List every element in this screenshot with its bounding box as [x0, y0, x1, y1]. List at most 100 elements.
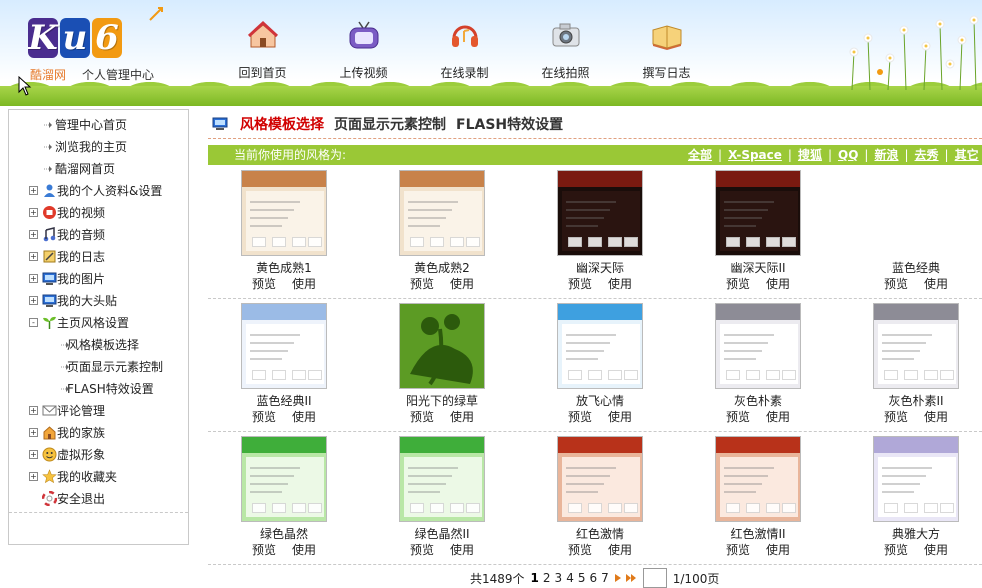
expand-icon[interactable]: + — [29, 208, 38, 217]
use-link[interactable]: 使用 — [924, 542, 948, 558]
site-logo[interactable]: K u 6 — [28, 18, 124, 66]
style-filter-link[interactable]: 搜狐 — [798, 145, 822, 165]
tab-page-elements[interactable]: 页面显示元素控制 — [334, 114, 446, 134]
sidebar-item-8[interactable]: + 我的大头贴 — [9, 290, 188, 312]
use-link[interactable]: 使用 — [450, 409, 474, 425]
template-thumbnail[interactable] — [715, 303, 801, 389]
use-link[interactable]: 使用 — [766, 276, 790, 292]
sidebar-item-0[interactable]: 管理中心首页 — [9, 114, 188, 136]
use-link[interactable]: 使用 — [924, 409, 948, 425]
template-thumbnail[interactable] — [241, 436, 327, 522]
sidebar-item-9[interactable]: - 主页风格设置 — [9, 312, 188, 334]
preview-link[interactable]: 预览 — [568, 542, 592, 558]
sidebar-item-1[interactable]: 浏览我的主页 — [9, 136, 188, 158]
template-thumbnail[interactable] — [873, 303, 959, 389]
nav-write-blog[interactable]: 撰写日志 — [616, 18, 717, 82]
sidebar-item-13[interactable]: + 评论管理 — [9, 400, 188, 422]
tab-template-select[interactable]: 风格模板选择 — [240, 114, 324, 134]
use-link[interactable]: 使用 — [924, 276, 948, 292]
preview-link[interactable]: 预览 — [568, 409, 592, 425]
use-link[interactable]: 使用 — [292, 276, 316, 292]
expand-icon[interactable]: + — [29, 406, 38, 415]
sidebar-item-7[interactable]: + 我的图片 — [9, 268, 188, 290]
style-filter-link[interactable]: 去秀 — [915, 145, 939, 165]
preview-link[interactable]: 预览 — [726, 409, 750, 425]
sidebar-item-14[interactable]: + 我的家族 — [9, 422, 188, 444]
expand-icon[interactable]: + — [29, 230, 38, 239]
preview-link[interactable]: 预览 — [410, 409, 434, 425]
template-thumbnail[interactable] — [715, 436, 801, 522]
template-thumbnail[interactable] — [399, 303, 485, 389]
expand-icon[interactable]: + — [29, 296, 38, 305]
use-link[interactable]: 使用 — [608, 542, 632, 558]
page-link[interactable]: 7 — [601, 571, 609, 585]
preview-link[interactable]: 预览 — [884, 276, 908, 292]
template-thumbnail[interactable] — [241, 303, 327, 389]
expand-icon[interactable]: + — [29, 450, 38, 459]
use-link[interactable]: 使用 — [450, 276, 474, 292]
tab-flash-effects[interactable]: FLASH特效设置 — [456, 114, 563, 134]
use-link[interactable]: 使用 — [608, 276, 632, 292]
preview-link[interactable]: 预览 — [252, 276, 276, 292]
template-thumbnail[interactable] — [399, 436, 485, 522]
sidebar-item-4[interactable]: + 我的视频 — [9, 202, 188, 224]
preview-link[interactable]: 预览 — [726, 276, 750, 292]
sidebar-item-12[interactable]: FLASH特效设置 — [9, 378, 188, 400]
page-link[interactable]: 2 — [543, 571, 551, 585]
page-link[interactable]: 4 — [566, 571, 574, 585]
template-thumbnail[interactable] — [557, 170, 643, 256]
preview-link[interactable]: 预览 — [726, 542, 750, 558]
sidebar-item-6[interactable]: + 我的日志 — [9, 246, 188, 268]
sidebar-item-3[interactable]: + 我的个人资料&设置 — [9, 180, 188, 202]
sidebar-item-17[interactable]: 安全退出 — [9, 488, 188, 510]
sidebar-item-2[interactable]: 酷溜网首页 — [9, 158, 188, 180]
sidebar-item-16[interactable]: + 我的收藏夹 — [9, 466, 188, 488]
sidebar-item-15[interactable]: + 虚拟形象 — [9, 444, 188, 466]
preview-link[interactable]: 预览 — [410, 542, 434, 558]
sidebar-item-5[interactable]: + 我的音频 — [9, 224, 188, 246]
page-link[interactable]: 6 — [589, 571, 597, 585]
style-filter-link[interactable]: 新浪 — [874, 145, 898, 165]
use-link[interactable]: 使用 — [766, 409, 790, 425]
template-thumbnail[interactable] — [715, 170, 801, 256]
nav-upload-video[interactable]: 上传视频 — [313, 18, 414, 82]
site-name-link[interactable]: 酷溜网 — [30, 66, 66, 83]
template-thumbnail[interactable] — [557, 436, 643, 522]
style-filter-link[interactable]: X-Space — [728, 145, 782, 165]
expand-icon[interactable]: + — [29, 274, 38, 283]
use-link[interactable]: 使用 — [292, 409, 316, 425]
collapse-icon[interactable]: - — [29, 318, 38, 327]
preview-link[interactable]: 预览 — [884, 409, 908, 425]
template-thumbnail[interactable] — [399, 170, 485, 256]
preview-link[interactable]: 预览 — [252, 542, 276, 558]
use-link[interactable]: 使用 — [450, 542, 474, 558]
template-thumbnail[interactable] — [241, 170, 327, 256]
preview-link[interactable]: 预览 — [410, 276, 434, 292]
expand-icon[interactable]: + — [29, 472, 38, 481]
use-link[interactable]: 使用 — [292, 542, 316, 558]
next-page-icon[interactable] — [613, 573, 623, 583]
sidebar-item-11[interactable]: 页面显示元素控制 — [9, 356, 188, 378]
style-filter-link[interactable]: 全部 — [688, 145, 712, 165]
page-link[interactable]: 5 — [578, 571, 586, 585]
nav-online-record[interactable]: 在线录制 — [414, 18, 515, 82]
page-link[interactable]: 1 — [531, 571, 539, 585]
expand-icon[interactable]: + — [29, 186, 38, 195]
use-link[interactable]: 使用 — [766, 542, 790, 558]
preview-link[interactable]: 预览 — [252, 409, 276, 425]
nav-home[interactable]: 回到首页 — [212, 18, 313, 82]
use-link[interactable]: 使用 — [608, 409, 632, 425]
nav-online-photo[interactable]: 在线拍照 — [515, 18, 616, 82]
template-thumbnail[interactable] — [873, 170, 959, 256]
expand-icon[interactable]: + — [29, 252, 38, 261]
expand-icon[interactable]: + — [29, 428, 38, 437]
preview-link[interactable]: 预览 — [568, 276, 592, 292]
template-thumbnail[interactable] — [873, 436, 959, 522]
preview-link[interactable]: 预览 — [884, 542, 908, 558]
page-link[interactable]: 3 — [555, 571, 563, 585]
page-jump-input[interactable] — [642, 568, 667, 588]
style-filter-link[interactable]: 其它 — [955, 145, 979, 165]
template-thumbnail[interactable] — [557, 303, 643, 389]
last-page-icon[interactable] — [625, 573, 637, 583]
sidebar-item-10[interactable]: 风格模板选择 — [9, 334, 188, 356]
